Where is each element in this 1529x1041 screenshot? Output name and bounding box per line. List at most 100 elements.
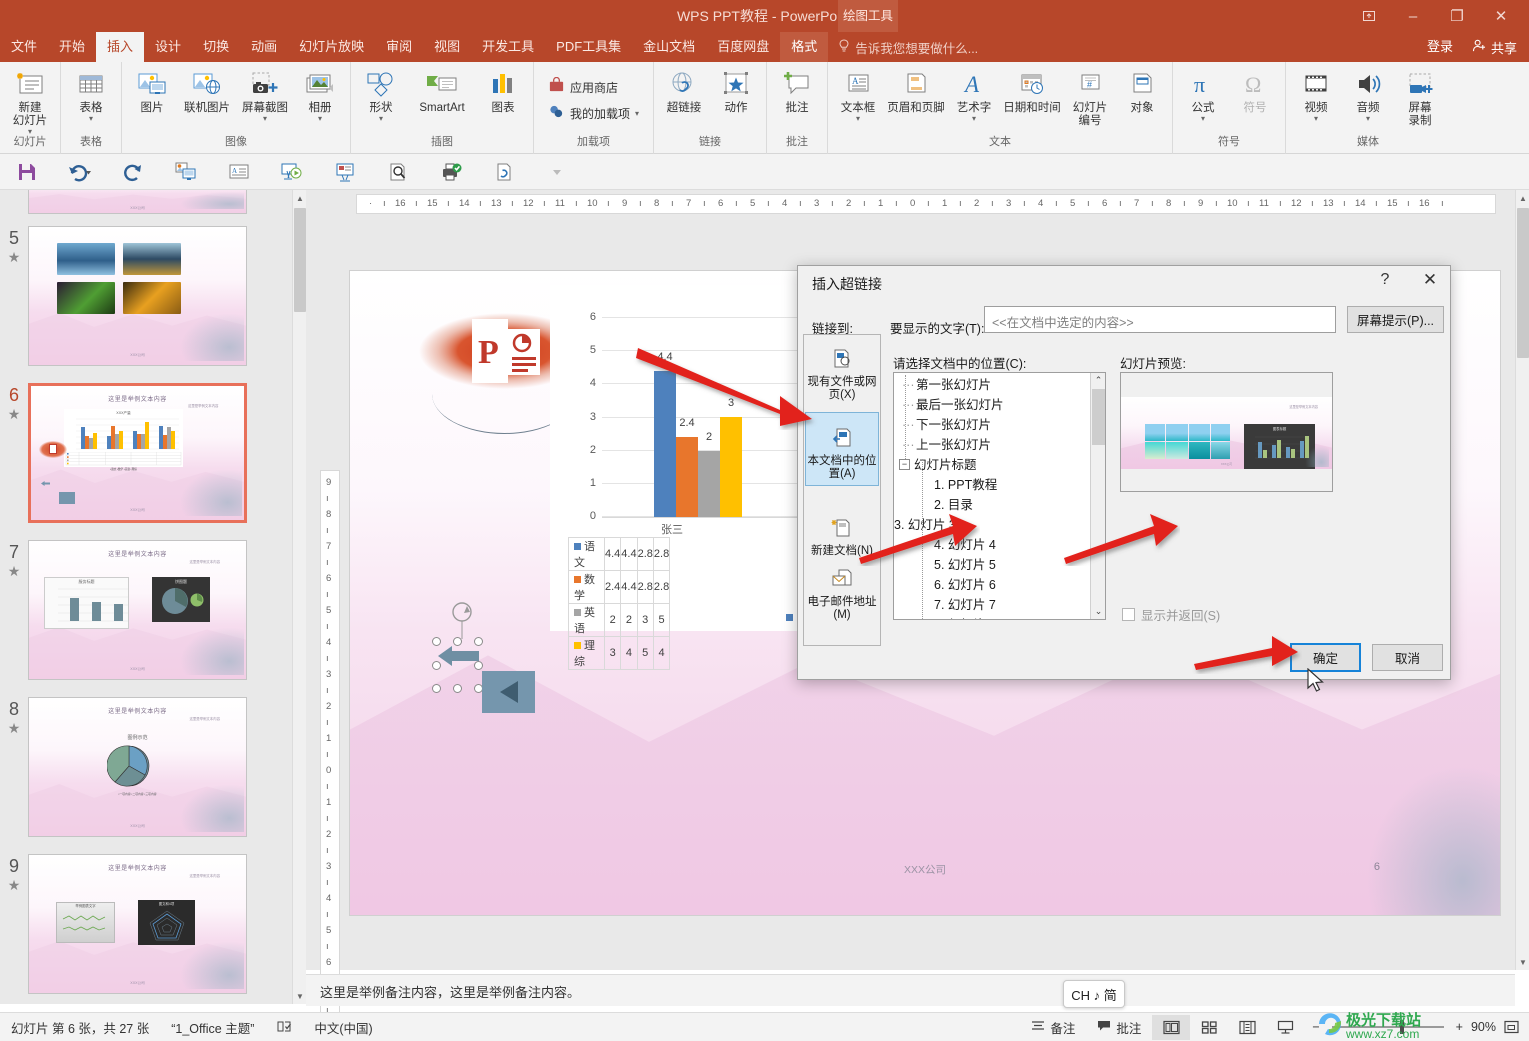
resize-handle[interactable] <box>432 661 441 670</box>
scroll-down-arrow-icon[interactable]: ⌄ <box>1091 604 1105 619</box>
checkbox-box[interactable] <box>1122 608 1135 621</box>
slide-thumbnail-pane[interactable]: XXX公司 5 ★ XXX公司 6 ★ 这里是举例文本内容 这里是举例文本内容 … <box>0 190 292 1004</box>
date-time-button[interactable]: 日期和时间 <box>1000 66 1064 117</box>
zoom-in-button[interactable]: + <box>1452 1013 1467 1041</box>
shapes-button[interactable]: 形状 ▾ <box>355 66 407 124</box>
table-button[interactable]: 表格 ▾ <box>65 66 117 124</box>
video-button[interactable]: 视频 ▾ <box>1290 66 1342 124</box>
notes-toggle-button[interactable]: 备注 <box>1020 1013 1086 1041</box>
tab-review[interactable]: 审阅 <box>375 32 423 62</box>
sidebar-item-place-in-document[interactable]: 本文档中的位置(A) <box>805 412 879 486</box>
pictures-button[interactable]: 图片 <box>126 66 178 117</box>
bar-yuwen[interactable] <box>654 371 676 517</box>
thumbnail-slide-8[interactable]: 这里是举例文本内容 这里是举例文本内容 图例示范 ▪一项内容 ▪二项内容 ▪三项… <box>28 697 247 837</box>
hyperlink-button[interactable]: 超链接 <box>658 66 710 117</box>
comments-toggle-button[interactable]: 批注 <box>1086 1013 1152 1041</box>
tab-baidu-netdisk[interactable]: 百度网盘 <box>706 32 780 62</box>
zoom-out-button[interactable]: − <box>1304 1013 1323 1041</box>
audio-button[interactable]: 音频 ▾ <box>1342 66 1394 124</box>
list-item-previous-slide[interactable]: ··· 上一张幻灯片 <box>894 435 1091 455</box>
list-item-slide-titles-group[interactable]: − 幻灯片标题 <box>894 455 1091 475</box>
online-pictures-button[interactable]: 联机图片 <box>178 66 236 117</box>
maximize-button[interactable]: ❐ <box>1435 0 1479 32</box>
list-item-next-slide[interactable]: ··· 下一张幻灯片 <box>894 415 1091 435</box>
screen-recording-button[interactable]: 屏幕 录制 <box>1394 66 1446 130</box>
thumbnail-slide-6[interactable]: 这里是举例文本内容 这里是举例文本内容 XXX产量 ▪语文 ▪数学 ▪英语 ▪理… <box>28 383 247 523</box>
text-properties-icon[interactable]: A <box>212 155 265 189</box>
tab-format[interactable]: 格式 <box>780 32 829 62</box>
tab-transitions[interactable]: 切换 <box>192 32 240 62</box>
text-box-button[interactable]: A 文本框 ▾ <box>832 66 884 124</box>
bar-yingyu[interactable] <box>698 451 720 517</box>
expander-minus-icon[interactable]: − <box>899 459 910 470</box>
screenshot-button[interactable]: 屏幕截图 ▾ <box>236 66 294 124</box>
chevron-down-icon[interactable]: ▾ <box>1314 115 1318 123</box>
equation-button[interactable]: π 公式 ▾ <box>1177 66 1229 124</box>
status-language[interactable]: 中文(中国) <box>303 1013 383 1041</box>
list-item-slide-8[interactable]: 8. 幻灯片 8 <box>894 615 1091 619</box>
print-preview-icon[interactable] <box>371 155 424 189</box>
list-item-slide-3[interactable]: 3. 幻灯片 3 <box>894 515 1091 535</box>
redo-icon[interactable] <box>106 155 159 189</box>
list-item-last-slide[interactable]: ··· 最后一张幻灯片 <box>894 395 1091 415</box>
resize-handle[interactable] <box>432 637 441 646</box>
list-item-slide-7[interactable]: 7. 幻灯片 7 <box>894 595 1091 615</box>
tell-me-box[interactable]: 告诉我您想要做什么... <box>828 32 988 62</box>
chevron-down-icon[interactable]: ▾ <box>89 115 93 123</box>
list-item-first-slide[interactable]: ··· 第一张幻灯片 <box>894 375 1091 395</box>
resize-handle[interactable] <box>432 684 441 693</box>
notes-pane[interactable]: 这里是举例备注内容，这里是举例备注内容。 <box>306 974 1515 1006</box>
bar-shuxue[interactable] <box>676 437 698 517</box>
show-and-return-checkbox[interactable]: 显示并返回(S) <box>1122 605 1220 624</box>
print-check-icon[interactable] <box>424 155 477 189</box>
save-icon[interactable] <box>0 155 53 189</box>
listbox-scrollbar[interactable]: ⌃ ⌄ <box>1090 373 1105 619</box>
tab-insert[interactable]: 插入 <box>96 32 145 62</box>
action-button-back-shape[interactable] <box>482 671 535 713</box>
restore-ribbon-icon[interactable] <box>1347 0 1391 32</box>
smartart-button[interactable]: SmartArt <box>407 66 477 117</box>
zoom-slider-handle[interactable] <box>1399 1020 1404 1034</box>
tab-view[interactable]: 视图 <box>423 32 471 62</box>
start-slideshow-icon[interactable] <box>265 155 318 189</box>
slide-number-button[interactable]: # 幻灯片 编号 <box>1064 66 1116 130</box>
share-button[interactable]: 共享 <box>1464 32 1529 62</box>
list-item-slide-6[interactable]: 6. 幻灯片 6 <box>894 575 1091 595</box>
resize-handle[interactable] <box>453 684 462 693</box>
chevron-down-icon[interactable]: ▾ <box>379 115 383 123</box>
tab-slideshow[interactable]: 幻灯片放映 <box>288 32 375 62</box>
custom-show-icon[interactable] <box>318 155 371 189</box>
action-button[interactable]: 动作 <box>710 66 762 117</box>
status-theme-name[interactable]: “1_Office 主题” <box>160 1013 265 1041</box>
scroll-up-arrow-icon[interactable]: ⌃ <box>1091 373 1105 388</box>
thumbnail-slide-7[interactable]: 这里是举例文本内容 这里是举例文本内容 服务标题 饼图题 XXX公司 <box>28 540 247 680</box>
tab-developer[interactable]: 开发工具 <box>471 32 545 62</box>
new-slide-button[interactable]: 新建 幻灯片 ▾ <box>4 66 56 137</box>
sidebar-item-create-new-document[interactable]: 新建文档(N) <box>806 496 878 562</box>
chevron-down-icon[interactable]: ▾ <box>856 115 860 123</box>
bar-lizong[interactable] <box>720 417 742 517</box>
scroll-down-arrow-icon[interactable]: ▼ <box>1516 954 1529 970</box>
screentip-button[interactable]: 屏幕提示(P)... <box>1347 306 1444 333</box>
minimize-button[interactable]: – <box>1391 0 1435 32</box>
spellcheck-icon[interactable] <box>265 1013 303 1041</box>
cancel-button[interactable]: 取消 <box>1372 644 1443 671</box>
scrollbar-thumb[interactable] <box>294 208 306 312</box>
chevron-down-icon[interactable]: ▾ <box>1201 115 1205 123</box>
comment-button[interactable]: 批注 <box>771 66 823 117</box>
list-item-slide-2[interactable]: 2. 目录 <box>894 495 1091 515</box>
close-button[interactable]: ✕ <box>1479 0 1523 32</box>
link-doc-icon[interactable] <box>477 155 530 189</box>
normal-view-icon[interactable] <box>1152 1014 1191 1040</box>
chevron-down-icon[interactable]: ▾ <box>972 115 976 123</box>
my-addins-button[interactable]: 我的加载项 ▾ <box>544 100 643 126</box>
scrollbar-thumb[interactable] <box>1092 389 1105 445</box>
scroll-down-arrow-icon[interactable]: ▼ <box>293 988 307 1004</box>
undo-icon[interactable] <box>53 155 106 189</box>
header-footer-button[interactable]: 页眉和页脚 <box>884 66 948 117</box>
chart-button[interactable]: 图表 <box>477 66 529 117</box>
tab-kingsoft-docs[interactable]: 金山文档 <box>632 32 706 62</box>
present-from-beginning-icon[interactable] <box>159 155 212 189</box>
text-to-display-input[interactable]: <<在文档中选定的内容>> <box>984 306 1336 333</box>
photo-album-button[interactable]: 相册 ▾ <box>294 66 346 124</box>
